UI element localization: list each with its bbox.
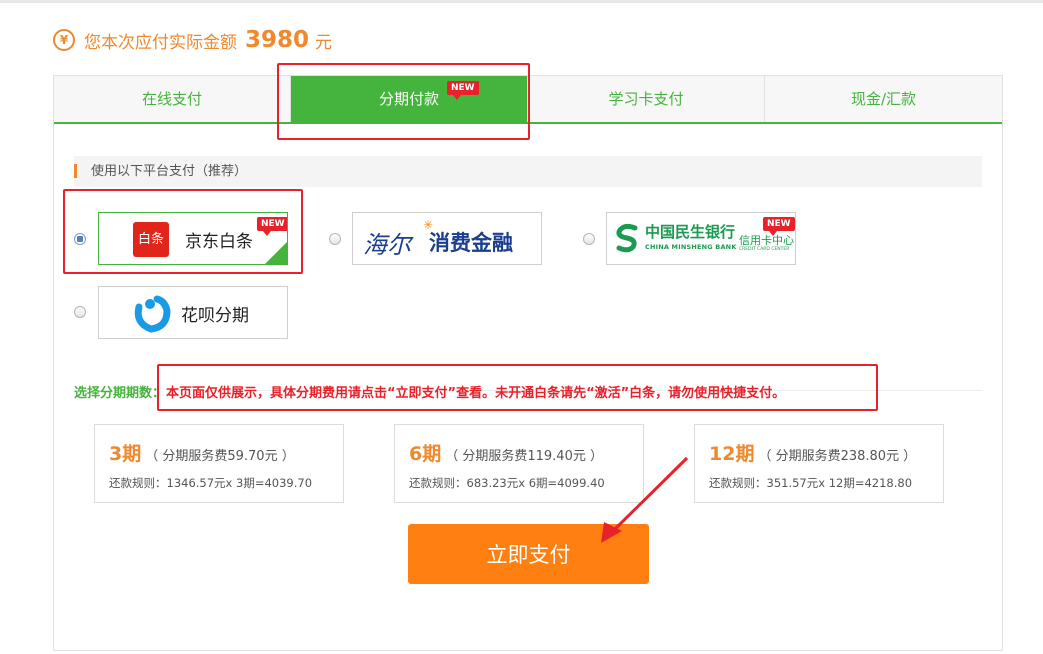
platform-name: 花呗分期	[181, 306, 249, 326]
minsheng-logo-icon	[616, 223, 638, 253]
credit-card-center-label: 信用卡中心	[739, 234, 794, 247]
plan-term: 3期	[109, 443, 142, 465]
platform-haier-finance[interactable]: 海尔 ✳ 消费金融	[352, 212, 542, 265]
selected-corner-icon	[265, 242, 287, 264]
tab-study-card[interactable]: 学习卡支付	[528, 76, 765, 122]
plan-term: 6期	[409, 443, 442, 465]
installment-notice: 本页面仅供展示，具体分期费用请点击“立即支付”查看。未开通白条请先“激活”白条，…	[166, 386, 786, 401]
new-badge: NEW	[257, 217, 287, 236]
haier-finance-logo-text: 消费金融	[429, 231, 513, 255]
plan-rule: 还款规则：683.23元x 6期=4099.40	[409, 476, 605, 490]
amount-value: 3980	[245, 27, 310, 53]
baitiao-logo-icon: 白条	[133, 222, 169, 257]
plan-fee: （ 分期服务费238.80元 ）	[758, 449, 917, 464]
plan-fee: （ 分期服务费119.40元 ）	[445, 449, 603, 464]
credit-card-center-en: CREDIT CARD CENTER	[739, 247, 790, 252]
radio-huabei[interactable]	[74, 306, 86, 318]
radio-minsheng-bank[interactable]	[583, 233, 595, 245]
amount-unit: 元	[315, 32, 333, 53]
tab-online-payment[interactable]: 在线支付	[54, 76, 291, 122]
huabei-logo-icon	[134, 295, 171, 333]
amount-header: ¥ 您本次应付实际金额 3980 元	[53, 26, 332, 54]
plan-term: 12期	[709, 443, 755, 465]
top-divider	[0, 0, 1043, 3]
tab-cash-remittance[interactable]: 现金/汇款	[765, 76, 1002, 122]
minsheng-en-name: CHINA MINSHENG BANK	[645, 243, 737, 251]
haier-script-logo: 海尔	[363, 231, 411, 259]
platform-name: 京东白条	[185, 232, 253, 252]
payment-method-tabs: 在线支付 分期付款 NEW 学习卡支付 现金/汇款	[54, 76, 1002, 124]
amount-label: 您本次应付实际金额	[84, 32, 237, 53]
radio-haier-finance[interactable]	[329, 233, 341, 245]
pay-now-button[interactable]: 立即支付	[408, 524, 649, 584]
plan-option-6[interactable]: 6期 （ 分期服务费119.40元 ） 还款规则：683.23元x 6期=409…	[394, 424, 644, 503]
platform-jd-baitiao[interactable]: 白条 京东白条 NEW	[98, 212, 288, 265]
radio-jd-baitiao[interactable]	[74, 233, 86, 245]
platform-section-header: 使用以下平台支付（推荐）	[74, 156, 982, 187]
new-badge: NEW	[447, 81, 479, 100]
plan-rule: 还款规则：351.57元x 12期=4218.80	[709, 476, 913, 490]
tab-installment[interactable]: 分期付款 NEW	[291, 76, 528, 122]
platform-huabei[interactable]: 花呗分期	[98, 286, 288, 339]
new-badge: NEW	[763, 217, 795, 236]
section-title: 使用以下平台支付（推荐）	[91, 164, 248, 179]
minsheng-cn-name: 中国民生银行	[645, 223, 736, 241]
yen-icon: ¥	[53, 29, 75, 51]
platform-minsheng-bank[interactable]: 中国民生银行 CHINA MINSHENG BANK 信用卡中心 CREDIT …	[606, 212, 796, 265]
payment-panel: 在线支付 分期付款 NEW 学习卡支付 现金/汇款 使用以下平台支付（推荐） 白…	[53, 75, 1003, 651]
plan-option-3[interactable]: 3期 （ 分期服务费59.70元 ） 还款规则：1346.57元x 3期=403…	[94, 424, 344, 503]
plan-rule: 还款规则：1346.57元x 3期=4039.70	[109, 476, 313, 490]
section-accent-bar	[74, 164, 77, 178]
installment-label: 选择分期期数：	[74, 382, 168, 401]
plan-fee: （ 分期服务费59.70元 ）	[145, 449, 295, 464]
plan-option-12[interactable]: 12期 （ 分期服务费238.80元 ） 还款规则：351.57元x 12期=4…	[694, 424, 944, 503]
